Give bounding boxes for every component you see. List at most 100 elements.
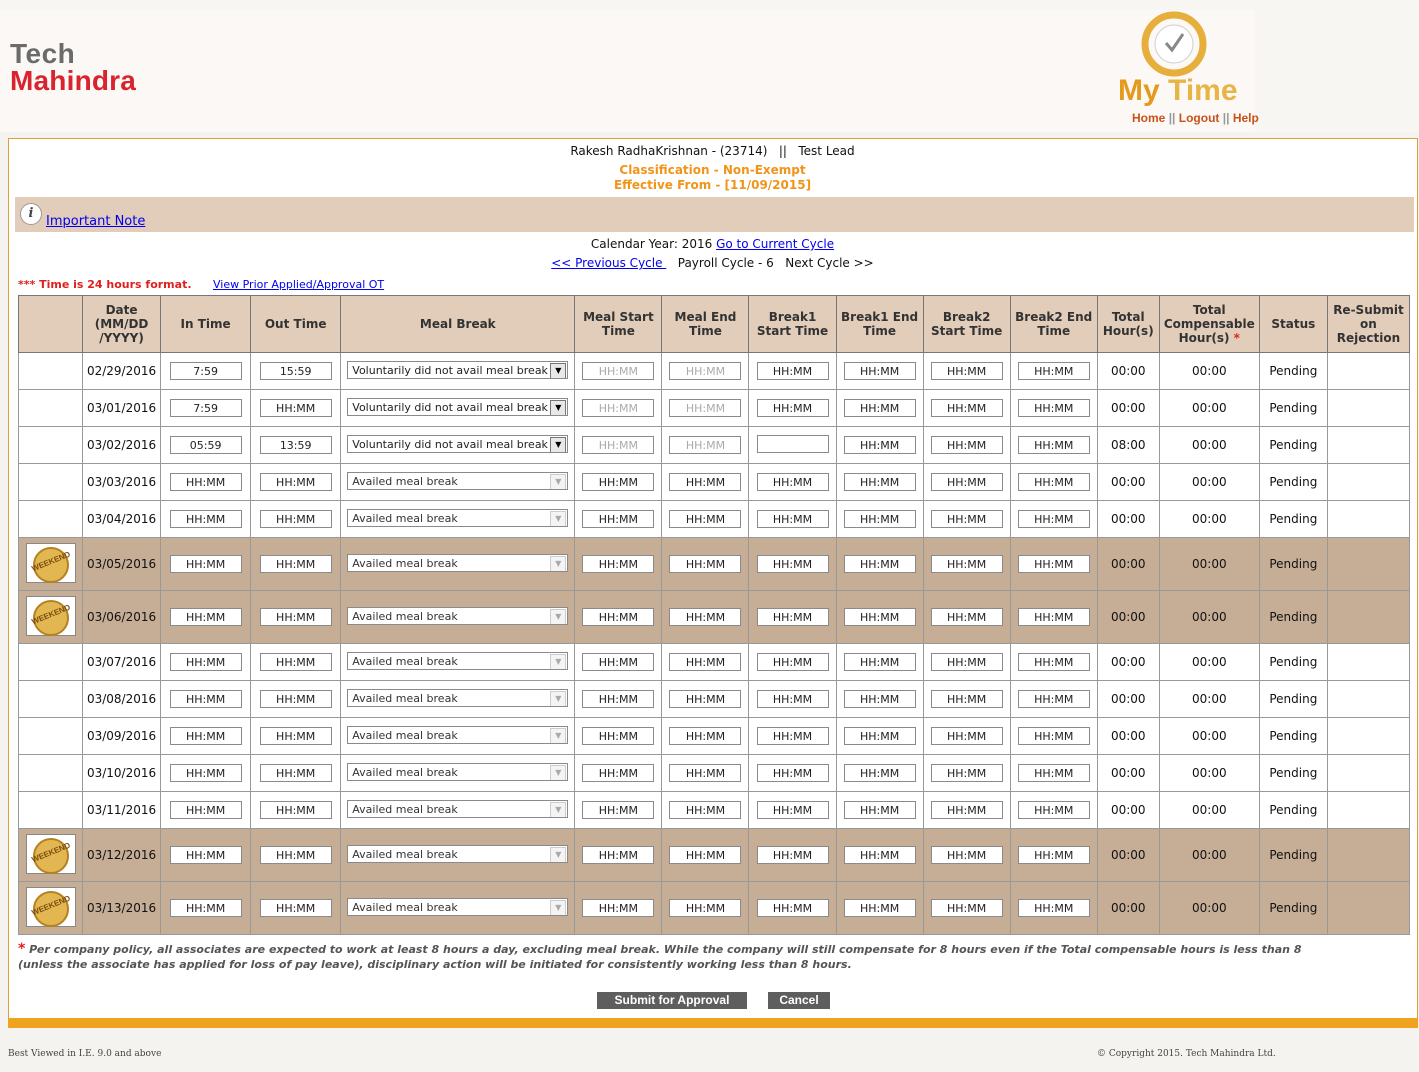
break1-end-input[interactable]: HH:MM [843,899,916,917]
in-time-input[interactable]: 7:59 [169,362,242,380]
meal-start-input[interactable]: HH:MM [582,510,655,528]
break1-start-input[interactable]: HH:MM [756,555,829,573]
meal-end-input[interactable]: HH:MM [669,608,742,626]
chevron-down-icon[interactable]: ▼ [550,899,567,915]
break1-end-input[interactable]: HH:MM [843,690,916,708]
meal-end-input[interactable]: HH:MM [669,362,742,380]
break2-start-input[interactable]: HH:MM [930,436,1003,454]
cancel-button[interactable]: Cancel [768,992,830,1009]
break1-start-input[interactable]: HH:MM [756,399,829,417]
meal-start-input[interactable]: HH:MM [582,801,655,819]
meal-break-select[interactable]: Availed meal break ▼ [347,508,569,527]
break1-end-input[interactable]: HH:MM [843,846,916,864]
break1-end-input[interactable]: HH:MM [843,801,916,819]
chevron-down-icon[interactable]: ▼ [550,510,567,526]
out-time-input[interactable]: HH:MM [259,608,332,626]
break1-end-input[interactable]: HH:MM [843,608,916,626]
out-time-input[interactable]: HH:MM [259,555,332,573]
break2-start-input[interactable]: HH:MM [930,764,1003,782]
break2-end-input[interactable]: HH:MM [1017,764,1090,782]
break2-start-input[interactable]: HH:MM [930,473,1003,491]
chevron-down-icon[interactable]: ▼ [550,436,567,452]
out-time-input[interactable]: HH:MM [259,473,332,491]
meal-start-input[interactable]: HH:MM [582,690,655,708]
break1-end-input[interactable]: HH:MM [843,555,916,573]
meal-end-input[interactable]: HH:MM [669,690,742,708]
meal-end-input[interactable]: HH:MM [669,801,742,819]
break2-end-input[interactable]: HH:MM [1017,653,1090,671]
out-time-input[interactable]: HH:MM [259,899,332,917]
break1-end-input[interactable]: HH:MM [843,653,916,671]
meal-end-input[interactable]: HH:MM [669,399,742,417]
in-time-input[interactable]: HH:MM [169,473,242,491]
break1-end-input[interactable]: HH:MM [843,510,916,528]
break2-start-input[interactable]: HH:MM [930,362,1003,380]
out-time-input[interactable]: 13:59 [259,436,332,454]
meal-end-input[interactable]: HH:MM [669,510,742,528]
chevron-down-icon[interactable]: ▼ [550,399,567,415]
next-cycle-label[interactable]: Next Cycle >> [785,256,874,270]
break2-end-input[interactable]: HH:MM [1017,436,1090,454]
break1-start-input[interactable]: HH:MM [756,653,829,671]
meal-start-input[interactable]: HH:MM [582,399,655,417]
break1-start-input[interactable]: HH:MM [756,510,829,528]
meal-break-select[interactable]: Voluntarily did not avail meal break ▼ [347,360,569,379]
in-time-input[interactable]: HH:MM [169,555,242,573]
break1-end-input[interactable]: HH:MM [843,727,916,745]
break2-end-input[interactable]: HH:MM [1017,510,1090,528]
break2-end-input[interactable]: HH:MM [1017,555,1090,573]
meal-start-input[interactable]: HH:MM [582,727,655,745]
break2-start-input[interactable]: HH:MM [930,899,1003,917]
out-time-input[interactable]: HH:MM [259,801,332,819]
meal-start-input[interactable]: HH:MM [582,653,655,671]
break1-start-input[interactable]: HH:MM [756,473,829,491]
out-time-input[interactable]: HH:MM [259,653,332,671]
out-time-input[interactable]: HH:MM [259,727,332,745]
meal-end-input[interactable]: HH:MM [669,846,742,864]
meal-break-select[interactable]: Availed meal break ▼ [347,799,569,818]
in-time-input[interactable]: HH:MM [169,801,242,819]
meal-start-input[interactable]: HH:MM [582,764,655,782]
meal-break-select[interactable]: Voluntarily did not avail meal break ▼ [347,397,569,416]
in-time-input[interactable]: HH:MM [169,846,242,864]
in-time-input[interactable]: HH:MM [169,727,242,745]
important-note-link[interactable]: Important Note [46,214,145,229]
break1-start-input[interactable]: HH:MM [756,727,829,745]
break2-start-input[interactable]: HH:MM [930,727,1003,745]
out-time-input[interactable]: HH:MM [259,399,332,417]
in-time-input[interactable]: HH:MM [169,653,242,671]
in-time-input[interactable]: 05:59 [169,436,242,454]
break2-end-input[interactable]: HH:MM [1017,608,1090,626]
chevron-down-icon[interactable]: ▼ [550,653,567,669]
break2-end-input[interactable]: HH:MM [1017,801,1090,819]
meal-end-input[interactable]: HH:MM [669,473,742,491]
in-time-input[interactable]: HH:MM [169,690,242,708]
break2-start-input[interactable]: HH:MM [930,510,1003,528]
break2-end-input[interactable]: HH:MM [1017,727,1090,745]
previous-cycle-link[interactable]: << Previous Cycle [551,256,666,270]
meal-end-input[interactable]: HH:MM [669,727,742,745]
go-to-current-cycle-link[interactable]: Go to Current Cycle [716,237,834,251]
break2-end-input[interactable]: HH:MM [1017,899,1090,917]
meal-break-select[interactable]: Availed meal break ▼ [347,553,569,572]
help-link[interactable]: Help [1233,111,1259,125]
break1-end-input[interactable]: HH:MM [843,436,916,454]
break1-end-input[interactable]: HH:MM [843,473,916,491]
break2-end-input[interactable]: HH:MM [1017,473,1090,491]
break2-start-input[interactable]: HH:MM [930,846,1003,864]
meal-end-input[interactable]: HH:MM [669,899,742,917]
meal-start-input[interactable]: HH:MM [582,608,655,626]
break1-end-input[interactable]: HH:MM [843,362,916,380]
break2-end-input[interactable]: HH:MM [1017,846,1090,864]
meal-break-select[interactable]: Availed meal break ▼ [347,762,569,781]
out-time-input[interactable]: HH:MM [259,690,332,708]
meal-break-select[interactable]: Availed meal break ▼ [347,688,569,707]
break1-start-input[interactable]: HH:MM [756,899,829,917]
break2-start-input[interactable]: HH:MM [930,555,1003,573]
in-time-input[interactable]: 7:59 [169,399,242,417]
chevron-down-icon[interactable]: ▼ [550,362,567,378]
meal-break-select[interactable]: Availed meal break ▼ [347,897,569,916]
meal-break-select[interactable]: Availed meal break ▼ [347,844,569,863]
meal-break-select[interactable]: Availed meal break ▼ [347,725,569,744]
meal-start-input[interactable]: HH:MM [582,436,655,454]
